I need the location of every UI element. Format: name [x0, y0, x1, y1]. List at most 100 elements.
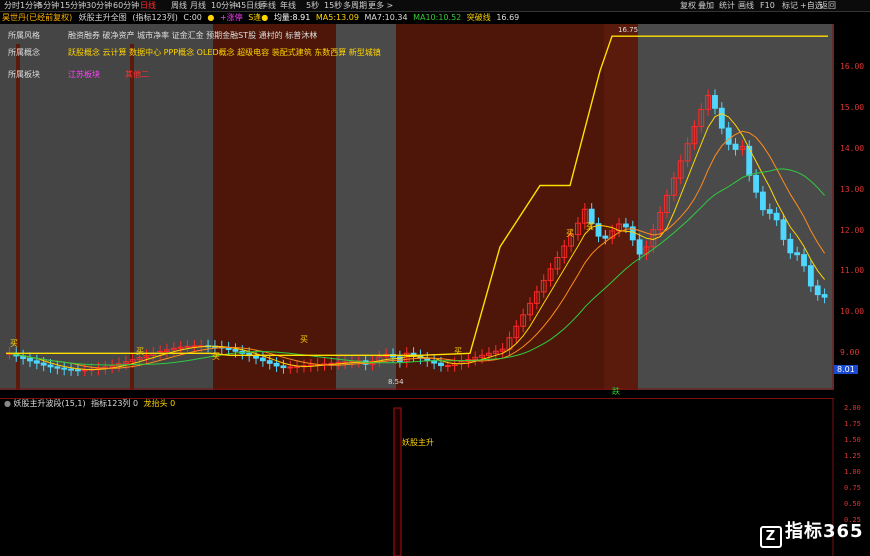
- trend-value: 16.69: [496, 13, 520, 22]
- tab-11[interactable]: 季线: [260, 0, 276, 11]
- candle: [766, 209, 773, 214]
- candle: [68, 368, 75, 371]
- candle: [280, 365, 287, 369]
- sub-axis-label: 1.50: [844, 436, 861, 444]
- candle: [712, 95, 718, 109]
- sub-axis-label: 1.75: [844, 420, 861, 428]
- sub-count: 指标123列 0: [91, 399, 139, 408]
- sub-dragon: 龙抬头 0: [143, 399, 176, 408]
- candle: [61, 367, 68, 370]
- tool-7[interactable]: 返回: [820, 0, 836, 11]
- s-label: S逢●: [248, 13, 269, 22]
- candle: [438, 362, 444, 367]
- tab-12[interactable]: 年线: [280, 0, 296, 11]
- tab-13[interactable]: 5秒: [306, 0, 319, 11]
- formula-name[interactable]: 妖股主升全图: [79, 13, 127, 22]
- candle: [821, 294, 828, 298]
- sub-axis-label: 2.00: [844, 404, 861, 412]
- tab-3[interactable]: 15分钟: [60, 0, 86, 11]
- candle: [75, 369, 81, 372]
- sector-value-1: 江苏板块: [68, 70, 100, 79]
- tab-0[interactable]: 分时: [4, 0, 20, 11]
- candle: [225, 347, 232, 350]
- candle: [807, 265, 814, 287]
- n-label: ●: [207, 13, 215, 22]
- stock-name[interactable]: 昊世丹(已经前复权): [2, 13, 72, 22]
- sector-label: 所属板块: [8, 70, 40, 79]
- signal-bar: [393, 407, 402, 556]
- tab-7[interactable]: 周线: [171, 0, 187, 11]
- concept-value: 跃股概念 云计算 数据中心 PPP概念 OLED概念 超级电容 装配式建筑 东数…: [68, 48, 381, 57]
- ma7-label: MA7:10.34: [364, 13, 408, 22]
- candle: [259, 357, 266, 362]
- candle: [732, 143, 739, 150]
- price-axis-label: 10.00: [840, 307, 865, 317]
- buy-label: 买: [212, 352, 220, 361]
- candle: [191, 345, 198, 348]
- sub-signal-label: 妖股主升: [402, 438, 434, 447]
- tab-8[interactable]: 月线: [190, 0, 206, 11]
- buy-label: 买: [300, 335, 308, 344]
- candle: [794, 252, 801, 256]
- tool-3[interactable]: 画线: [738, 0, 754, 11]
- candle: [636, 239, 643, 255]
- tool-4[interactable]: F10: [760, 0, 775, 11]
- sub-icon: ●: [4, 399, 11, 408]
- candle: [718, 107, 725, 129]
- style-label: 所属风格: [8, 31, 40, 40]
- tab-4[interactable]: 30分钟: [86, 0, 112, 11]
- indicator-chart[interactable]: [0, 398, 834, 556]
- price-axis-label: 9.00: [840, 348, 860, 358]
- tab-9[interactable]: 10分钟: [211, 0, 237, 11]
- candle: [266, 360, 273, 364]
- formula-count: (指标123列): [132, 13, 178, 22]
- current-price-tag: 8.01: [834, 364, 858, 374]
- ma5-label: MA5:13.09: [315, 13, 359, 22]
- concept-label: 所属概念: [8, 48, 40, 57]
- buy-label: 买: [566, 229, 574, 238]
- tab-6[interactable]: 日线: [140, 0, 156, 11]
- buy-label: 买: [586, 222, 594, 231]
- right-axis: 16.00 15.00 14.00 13.00 12.00 11.00 10.00 9.00 8…: [834, 0, 870, 556]
- price-axis-label: 12.00: [840, 225, 865, 235]
- tool-2[interactable]: 统计: [719, 0, 735, 11]
- tab-5[interactable]: 60分钟: [113, 0, 139, 11]
- price-axis-label: 13.00: [840, 184, 865, 194]
- ma10-label: MA10:10.52: [413, 13, 462, 22]
- tab-15[interactable]: 多周期: [343, 0, 367, 11]
- sub-axis-label: 0.50: [844, 500, 861, 508]
- gain-label: +涨停: [219, 13, 243, 22]
- tool-1[interactable]: 叠加: [698, 0, 714, 11]
- candle: [232, 348, 239, 352]
- candle: [725, 127, 732, 145]
- tool-5[interactable]: 标记: [782, 0, 798, 11]
- watermark: Z 指标365: [760, 517, 864, 548]
- low-price-label: 8.54: [388, 378, 404, 386]
- tool-0[interactable]: 复权: [680, 0, 696, 11]
- tab-16[interactable]: 更多 >: [368, 0, 393, 11]
- high-price-label: 16.75: [618, 26, 638, 34]
- price-axis-label: 15.00: [840, 102, 865, 112]
- candle: [47, 364, 54, 368]
- candle: [602, 235, 609, 239]
- candle: [444, 365, 451, 368]
- candle: [54, 366, 61, 369]
- tab-14[interactable]: 15秒: [324, 0, 342, 11]
- sub-formula[interactable]: 妖股主升波段(15,1): [14, 399, 86, 408]
- sub-title: ● 妖股主升波段(15,1) 指标123列 0 龙抬头 0: [4, 398, 175, 409]
- tab-10[interactable]: 45日线: [236, 0, 262, 11]
- price-axis-label: 11.00: [840, 266, 865, 276]
- candle: [773, 212, 780, 221]
- candle: [814, 285, 821, 296]
- candle: [273, 362, 280, 367]
- tab-2[interactable]: 5分钟: [38, 0, 59, 11]
- sub-axis-label: 1.25: [844, 452, 861, 460]
- watermark-logo-icon: Z: [760, 526, 782, 548]
- c-label: C:00: [183, 13, 202, 22]
- candle: [780, 219, 787, 240]
- info-bar: 昊世丹(已经前复权) 妖股主升全图 (指标123列) C:00 ● +涨停 S逢…: [0, 12, 835, 23]
- candle: [33, 360, 40, 364]
- ma-label: 均量:8.91: [273, 13, 311, 22]
- buy-label: 买: [10, 339, 18, 348]
- price-axis-label: 14.00: [840, 143, 865, 153]
